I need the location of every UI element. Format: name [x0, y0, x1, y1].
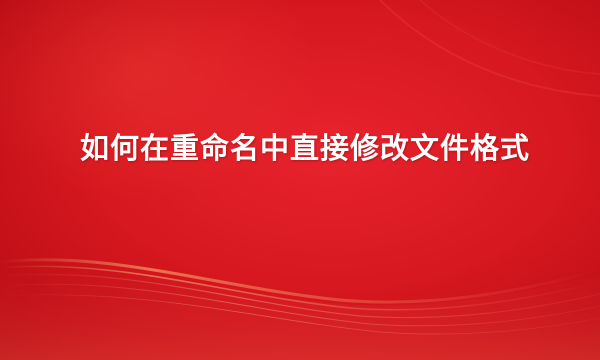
page-title: 如何在重命名中直接修改文件格式	[80, 131, 531, 165]
wave-fill	[0, 266, 600, 360]
banner: 如何在重命名中直接修改文件格式	[0, 0, 600, 360]
wave-line	[379, 0, 600, 97]
decorative-waves	[0, 0, 600, 360]
wave-line	[419, 0, 600, 75]
